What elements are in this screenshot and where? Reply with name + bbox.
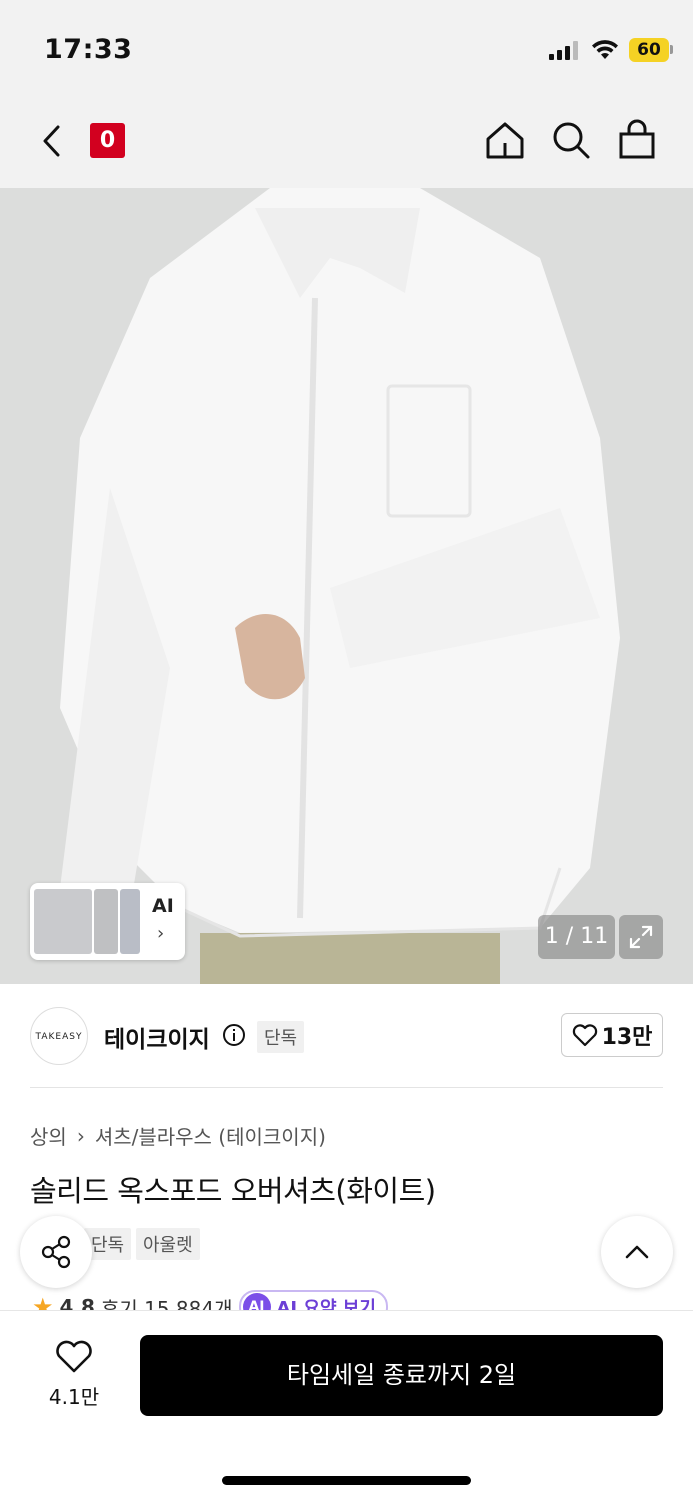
breadcrumb-subcategory[interactable]: 셔츠/블라우스 (테이크이지) bbox=[95, 1121, 326, 1150]
cellular-signal-icon bbox=[549, 40, 578, 60]
thumbnail-image bbox=[94, 889, 118, 954]
battery-cap bbox=[670, 45, 673, 54]
image-counter: 1 / 11 bbox=[538, 915, 615, 959]
ai-label: AI bbox=[152, 895, 174, 917]
search-icon[interactable] bbox=[550, 119, 592, 161]
product-like-count: 4.1만 bbox=[48, 1385, 100, 1409]
exclusive-tag: 단독 bbox=[257, 1021, 305, 1053]
share-button[interactable] bbox=[20, 1216, 92, 1288]
heart-icon bbox=[572, 1024, 597, 1047]
time-sale-button[interactable]: 타임세일 종료까지 2일 bbox=[140, 1335, 663, 1416]
home-indicator bbox=[222, 1476, 471, 1485]
brand-logo[interactable]: TAKEASY bbox=[30, 1007, 88, 1065]
breadcrumb: 상의 › 셔츠/블라우스 (테이크이지) bbox=[30, 1121, 326, 1150]
share-icon bbox=[41, 1235, 71, 1269]
breadcrumb-category[interactable]: 상의 bbox=[30, 1121, 67, 1150]
ai-image-thumbnails[interactable]: AI › bbox=[30, 883, 185, 960]
product-like-button[interactable]: 4.1만 bbox=[44, 1339, 104, 1410]
chevron-right-icon: › bbox=[76, 1123, 85, 1148]
brand-like-count: 13만 bbox=[601, 1025, 653, 1050]
top-nav: 0 bbox=[0, 95, 693, 188]
brand-name[interactable]: 테이크이지 bbox=[104, 1020, 210, 1054]
thumbnail-image bbox=[34, 889, 92, 954]
expand-icon[interactable] bbox=[619, 915, 663, 959]
product-tag: 아울렛 bbox=[136, 1228, 200, 1260]
chevron-right-icon: › bbox=[157, 923, 165, 944]
bottom-action-bar: 4.1만 타임세일 종료까지 2일 bbox=[0, 1310, 693, 1500]
product-title: 솔리드 옥스포드 오버셔츠(화이트) bbox=[30, 1174, 436, 1208]
chevron-up-icon bbox=[625, 1245, 649, 1259]
home-icon[interactable] bbox=[484, 119, 526, 161]
battery-indicator: 60 bbox=[629, 38, 669, 62]
heart-icon bbox=[56, 1340, 92, 1373]
brand-logo-button[interactable]: 0 bbox=[90, 123, 125, 158]
brand-like-button[interactable]: 13만 bbox=[561, 1013, 663, 1057]
wifi-icon bbox=[592, 40, 618, 59]
status-bar: 17:33 60 bbox=[0, 0, 693, 95]
shopping-bag-icon[interactable] bbox=[616, 119, 658, 161]
status-time: 17:33 bbox=[44, 34, 133, 65]
scroll-top-button[interactable] bbox=[601, 1216, 673, 1288]
thumbnail-image bbox=[120, 889, 140, 954]
divider bbox=[30, 1087, 663, 1088]
product-photo bbox=[0, 188, 693, 984]
back-arrow-icon[interactable] bbox=[36, 121, 70, 161]
product-image-carousel[interactable]: AI › 1 / 11 bbox=[0, 188, 693, 984]
info-icon[interactable] bbox=[222, 1023, 246, 1047]
